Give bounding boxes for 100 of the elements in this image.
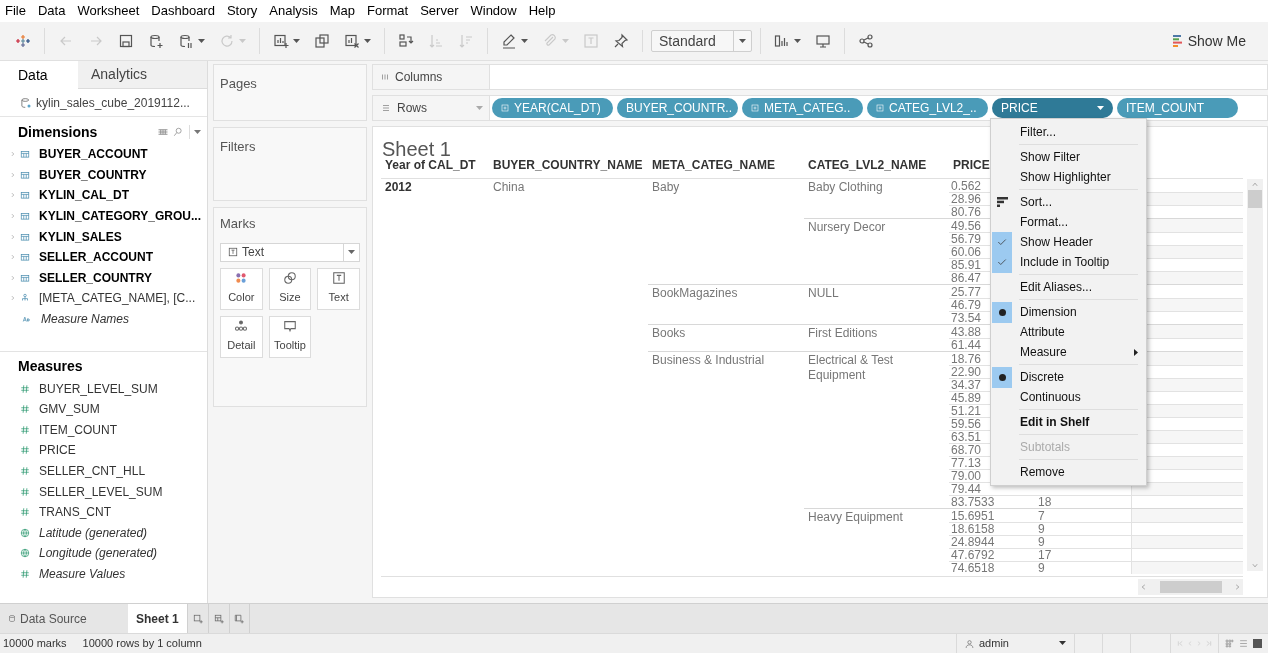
menu-item[interactable]: Worksheet [77,1,140,21]
menu-item[interactable]: Analysis [269,1,318,21]
menu-item[interactable]: Dashboard [151,1,215,21]
column-header: PRICE [952,158,990,172]
menu-item[interactable]: Dimension [991,302,1146,322]
dimension-field[interactable]: BUYER_ACCOUNT [39,145,148,164]
caret-icon [794,38,801,44]
menu-item[interactable]: Discrete [991,367,1146,387]
database-icon [8,614,16,623]
sort-icon [996,197,1008,207]
share-icon [858,33,874,49]
menu-item[interactable]: Edit Aliases... [991,277,1146,297]
dimension-field[interactable]: BUYER_COUNTRY [39,165,147,184]
caret-icon [521,38,528,44]
mark-property-button[interactable]: Text [317,267,360,310]
caret-icon [198,38,205,44]
menu-item[interactable]: Data [37,1,66,21]
menu-item[interactable]: Include in Tooltip [991,252,1146,272]
measure-field[interactable]: Longitude (generated) [39,544,158,563]
price-value: 28.96 [950,193,982,205]
dimension-field[interactable]: SELLER_COUNTRY [39,268,152,287]
menu-item[interactable]: Server [420,1,459,21]
chevron-up-icon [1251,181,1259,188]
hash-icon [20,466,30,476]
horizontal-scrollbar[interactable] [1138,579,1243,595]
menu-item[interactable]: Sort... [991,192,1146,212]
submenu-arrow-icon [1134,348,1138,356]
menu-item[interactable]: Remove [991,462,1146,482]
dimension-field[interactable]: KYLIN_CATEGORY_GROU... [39,207,202,226]
dimension-field[interactable]: SELLER_ACCOUNT [39,248,153,267]
chevron-right-icon [10,170,16,179]
menu-item[interactable]: Map [329,1,355,21]
menu-item[interactable]: Show Highlighter [991,167,1146,187]
text-box-icon [228,247,238,257]
menu-item[interactable]: Format... [991,212,1146,232]
radio-dot-icon [998,373,1006,381]
mark-property-button[interactable]: Detail [220,315,263,358]
price-value: 68.70 [950,444,982,456]
mark-property-button[interactable]: Size [268,267,312,310]
scroll-thumb[interactable] [1159,581,1222,593]
menu-item[interactable]: Show Filter [991,147,1146,167]
radio-dot-icon [998,308,1006,316]
price-value: 22.90 [950,366,982,378]
refresh-icon [219,33,235,49]
row-header: Baby Clothing [807,180,884,195]
price-value: 63.51 [950,431,982,443]
dimension-field[interactable]: [META_CATEG_NAME], [C... [39,289,196,308]
table-icon [20,190,30,201]
globe-icon [20,548,30,559]
price-value: 74.6518 [950,562,995,574]
menu-item[interactable]: Filter... [991,122,1146,142]
shelf-label: Rows [372,95,490,121]
measure-field[interactable]: Measure Values [39,565,126,583]
measure-field[interactable]: Latitude (generated) [39,523,148,542]
menu-item[interactable]: Story [226,1,258,21]
text-abc-icon [22,314,32,325]
menu-item[interactable]: Continuous [991,387,1146,407]
show-me-button[interactable]: Show Me [1172,30,1246,52]
dimension-field[interactable]: KYLIN_CAL_DT [39,186,129,205]
pen-icon [501,33,517,49]
menu-item[interactable]: Attribute [991,322,1146,342]
data-source-name[interactable]: kylin_sales_cube_2019112... [36,93,190,112]
measure-field[interactable]: PRICE [39,441,76,460]
vertical-scrollbar[interactable] [1247,179,1263,571]
menu-item[interactable]: Edit in Shelf [991,412,1146,432]
mark-property-button[interactable]: Tooltip [268,315,312,358]
dimension-field[interactable]: Measure Names [41,310,130,329]
menu-item[interactable]: Measure [991,342,1146,362]
chevron-right-icon [10,150,16,159]
sheet-tab[interactable]: Sheet 1 [128,604,187,633]
row-header: Books [651,326,687,341]
chevron-right-icon [10,212,16,221]
menu-item[interactable]: Help [528,1,556,21]
scroll-thumb[interactable] [1248,190,1262,208]
stop-icon [1253,639,1262,648]
measure-field[interactable]: SELLER_LEVEL_SUM [39,482,163,501]
measure-field[interactable]: TRANS_CNT [39,503,111,522]
text-box-icon [331,271,346,286]
menu-item[interactable]: Window [470,1,517,21]
menu-item[interactable]: Show Header [991,232,1146,252]
caret-icon [562,38,569,44]
measure-field[interactable]: ITEM_COUNT [39,420,117,439]
price-value: 61.44 [950,339,982,351]
mark-property-button[interactable]: Color [220,267,263,310]
hash-icon [20,424,30,435]
menu-item[interactable]: Format [367,1,409,21]
item-count-value: 18 [1037,496,1052,508]
measure-field[interactable]: SELLER_CNT_HLL [39,462,146,480]
mark-type-dropdown[interactable]: Text [220,242,360,262]
field-pill[interactable]: PRICE [992,98,1113,118]
pane-tab[interactable]: Analytics [78,61,207,89]
sheet-tab[interactable]: Data Source [0,604,108,633]
swap-icon [398,33,414,49]
user-dropdown[interactable]: admin [956,634,1074,653]
sort-descending-icon [458,33,474,49]
dimension-field[interactable]: KYLIN_SALES [39,227,122,246]
fit-dropdown[interactable]: Standard [651,30,752,52]
menu-item[interactable]: File [5,1,26,21]
measure-field[interactable]: BUYER_LEVEL_SUM [39,379,158,398]
measure-field[interactable]: GMV_SUM [39,400,100,419]
